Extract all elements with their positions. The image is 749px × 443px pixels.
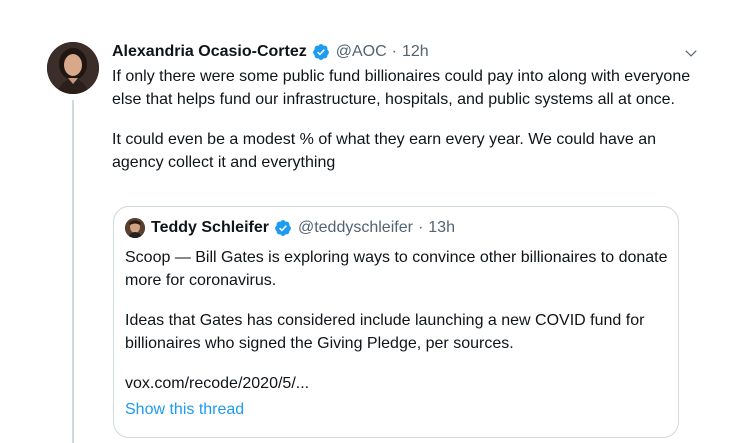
tweet-timestamp[interactable]: 12h <box>402 40 429 64</box>
tweet[interactable]: Alexandria Ocasio-Cortez @AOC · 12h If o… <box>112 40 702 174</box>
verified-badge-icon <box>312 43 330 61</box>
author-handle[interactable]: @AOC <box>336 40 387 64</box>
quoted-tweet-body: Scoop — Bill Gates is exploring ways to … <box>125 247 670 396</box>
quoted-tweet-paragraph: Ideas that Gates has considered include … <box>125 312 645 352</box>
thread-connector-line <box>72 100 74 443</box>
quoted-tweet-paragraph: Scoop — Bill Gates is exploring ways to … <box>125 249 668 289</box>
quoted-tweet-header: Teddy Schleifer @teddyschleifer · 13h <box>125 217 670 239</box>
quoted-tweet-link[interactable]: vox.com/recode/2020/5/... <box>125 373 670 396</box>
author-name[interactable]: Alexandria Ocasio-Cortez <box>112 40 307 64</box>
header-separator: · <box>391 43 397 60</box>
quoted-author-handle[interactable]: @teddyschleifer <box>298 217 413 239</box>
chevron-down-icon[interactable] <box>680 42 702 64</box>
quoted-tweet-card[interactable]: Teddy Schleifer @teddyschleifer · 13h Sc… <box>113 206 679 438</box>
quoted-author-avatar[interactable] <box>125 218 145 238</box>
header-separator: · <box>417 219 424 236</box>
author-avatar[interactable] <box>47 42 99 94</box>
tweet-paragraph: If only there were some public fund bill… <box>112 68 691 108</box>
tweet-header: Alexandria Ocasio-Cortez @AOC · 12h <box>112 40 702 64</box>
show-thread-link[interactable]: Show this thread <box>125 399 670 421</box>
tweet-body: If only there were some public fund bill… <box>112 66 702 174</box>
avatar-photo <box>47 42 99 94</box>
verified-badge-icon <box>274 219 292 237</box>
quoted-author-name[interactable]: Teddy Schleifer <box>151 217 269 239</box>
tweet-paragraph: It could even be a modest % of what they… <box>112 131 657 171</box>
quoted-tweet-timestamp[interactable]: 13h <box>428 217 455 239</box>
